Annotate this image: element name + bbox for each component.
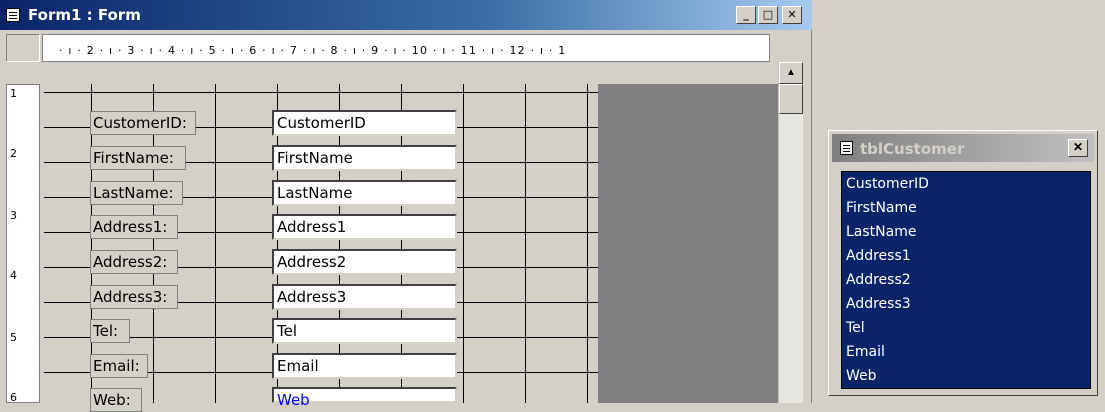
field-list-item[interactable]: Address1 [846,248,911,264]
field-list-item[interactable]: LastName [846,224,916,240]
label-address2[interactable]: Address2: [90,250,178,274]
form-selector[interactable] [6,34,40,62]
table-icon [840,141,853,155]
field-list-item[interactable]: CustomerID [846,176,929,192]
scroll-thumb[interactable] [779,84,803,114]
field-email[interactable]: Email [272,353,457,379]
field-tel[interactable]: Tel [272,318,457,344]
ruler-mark-3: 3 [10,209,17,222]
field-list-item[interactable]: Address2 [846,272,911,288]
field-web[interactable]: Web [272,387,457,409]
horizontal-ruler: · ı · 2 · ı · 3 · ı · 4 · ı · 5 · ı · 6 … [42,34,770,62]
field-customerid[interactable]: CustomerID [272,110,457,136]
label-tel[interactable]: Tel: [90,319,130,343]
label-address3[interactable]: Address3: [90,285,178,309]
field-list-item[interactable]: FirstName [846,200,917,216]
label-customerid[interactable]: CustomerID: [90,111,196,135]
field-list-close-button[interactable]: ✕ [1068,139,1088,157]
ruler-ticks: · ı · 2 · ı · 3 · ı · 4 · ı · 5 · ı · 6 … [59,44,567,57]
field-lastname[interactable]: LastName [272,180,457,206]
field-list-title: tblCustomer [860,140,965,158]
field-list-item[interactable]: Address3 [846,296,911,312]
field-list-item[interactable]: Tel [846,320,865,336]
label-web[interactable]: Web: [90,388,142,412]
vertical-ruler: 1 2 3 4 5 6 [6,84,40,404]
label-email[interactable]: Email: [90,354,148,378]
ruler-mark-2: 2 [10,147,17,160]
form-design-window: Form1 : Form _ □ ✕ · ı · 2 · ı · 3 · ı ·… [0,0,812,412]
minimize-button[interactable]: _ [736,6,756,24]
field-address1[interactable]: Address1 [272,214,457,240]
form-title-bar[interactable]: Form1 : Form _ □ ✕ [0,0,812,30]
access-workspace: Form1 : Form _ □ ✕ · ı · 2 · ı · 3 · ı ·… [0,0,1105,412]
field-list[interactable]: CustomerID FirstName LastName Address1 A… [841,171,1091,389]
form-icon [6,8,20,22]
ruler-mark-1: 1 [10,87,17,100]
maximize-button[interactable]: □ [758,6,778,24]
field-list-title-bar[interactable]: tblCustomer ✕ [832,134,1094,162]
field-address2[interactable]: Address2 [272,249,457,275]
scroll-up-icon[interactable]: ▲ [779,62,803,84]
field-firstname[interactable]: FirstName [272,145,457,171]
field-list-item[interactable]: Web [846,368,877,384]
window-title: Form1 : Form [28,6,141,24]
ruler-mark-5: 5 [10,331,17,344]
vertical-scrollbar[interactable]: ▲ [778,62,803,403]
label-firstname[interactable]: FirstName: [90,146,186,170]
close-button[interactable]: ✕ [782,6,802,24]
ruler-mark-4: 4 [10,269,17,282]
ruler-mark-6: 6 [10,391,17,404]
field-address3[interactable]: Address3 [272,284,457,310]
field-list-item[interactable]: Email [846,344,885,360]
form-background [598,84,778,403]
label-lastname[interactable]: LastName: [90,181,183,205]
label-address1[interactable]: Address1: [90,215,178,239]
field-list-window: tblCustomer ✕ CustomerID FirstName LastN… [828,130,1098,396]
